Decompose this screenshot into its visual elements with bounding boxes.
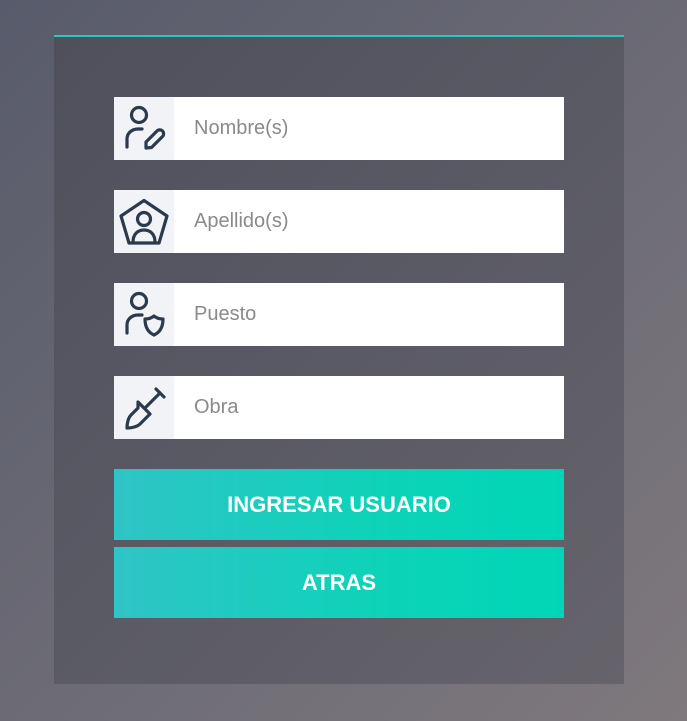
obra-field-group [114,376,564,439]
user-edit-icon [114,97,174,160]
user-shield-icon [114,283,174,346]
nombre-input[interactable] [174,97,564,160]
nombre-field-group [114,97,564,160]
obra-input[interactable] [174,376,564,439]
ingresar-usuario-button[interactable]: INGRESAR USUARIO [114,469,564,540]
form-card: INGRESAR USUARIO ATRAS [54,35,624,684]
apellido-field-group [114,190,564,253]
user-pentagon-icon [114,190,174,253]
atras-button[interactable]: ATRAS [114,547,564,618]
puesto-input[interactable] [174,283,564,346]
apellido-input[interactable] [174,190,564,253]
shovel-icon [114,376,174,439]
puesto-field-group [114,283,564,346]
